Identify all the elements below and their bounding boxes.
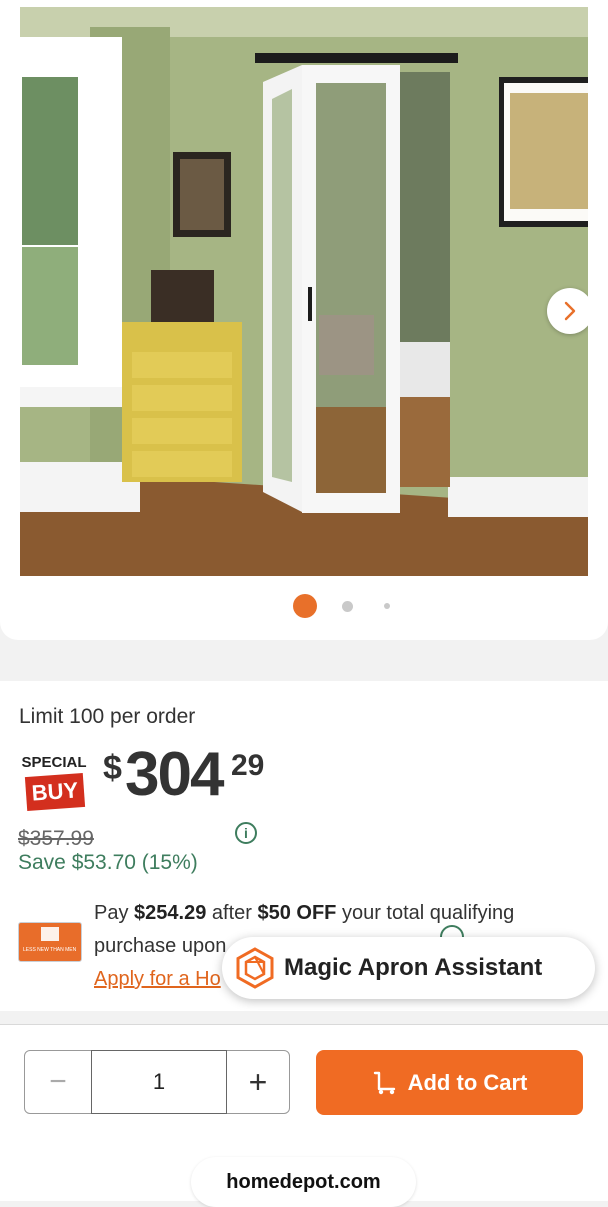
info-icon[interactable]: i: [235, 822, 257, 844]
was-price: $357.99: [18, 827, 94, 850]
next-image-button[interactable]: [547, 288, 588, 334]
price-cents: 29: [231, 749, 265, 782]
promo-pay-amount: $254.29: [134, 902, 207, 924]
pagination-dot[interactable]: [342, 601, 353, 612]
savings-text: Save $53.70 (15%): [18, 851, 198, 874]
product-image[interactable]: [20, 7, 588, 576]
decrease-quantity-button[interactable]: −: [25, 1051, 91, 1113]
badge-bottom-label: BUY: [24, 773, 86, 811]
gallery-pagination: [0, 594, 608, 618]
add-to-cart-label: Add to Cart: [407, 1069, 528, 1095]
pagination-dot-active[interactable]: [293, 594, 317, 618]
promo-pay-word: Pay: [94, 902, 129, 924]
chevron-right-icon: [564, 301, 576, 321]
home-depot-logo: [41, 927, 59, 941]
card-print: LESS NEW THAN MEN: [23, 947, 77, 953]
promo-after-word: after: [211, 902, 252, 924]
pagination-dot[interactable]: [384, 603, 390, 609]
credit-card-image: LESS NEW THAN MEN: [18, 922, 82, 962]
quantity-input[interactable]: 1: [91, 1050, 227, 1114]
promo-off-amount: $50 OFF: [257, 902, 337, 924]
apply-card-link[interactable]: Apply for a Ho: [94, 968, 221, 990]
price-currency: $: [103, 749, 122, 787]
magic-apron-assistant-button[interactable]: Magic Apron Assistant: [222, 937, 595, 999]
assistant-label: Magic Apron Assistant: [284, 954, 543, 981]
product-gallery: [0, 0, 608, 640]
special-buy-badge: SPECIAL BUY: [20, 747, 90, 811]
dolly-cart-icon: [373, 1071, 395, 1094]
increase-quantity-button[interactable]: +: [227, 1051, 289, 1113]
badge-top-label: SPECIAL: [21, 753, 87, 771]
room-illustration: [20, 7, 588, 576]
add-to-cart-button[interactable]: Add to Cart: [316, 1050, 583, 1115]
limit-text: Limit 100 per order: [19, 705, 196, 728]
price-dollars: 304: [125, 740, 224, 809]
quantity-stepper: − 1 +: [24, 1050, 290, 1114]
hexagon-apron-icon: [236, 947, 274, 989]
